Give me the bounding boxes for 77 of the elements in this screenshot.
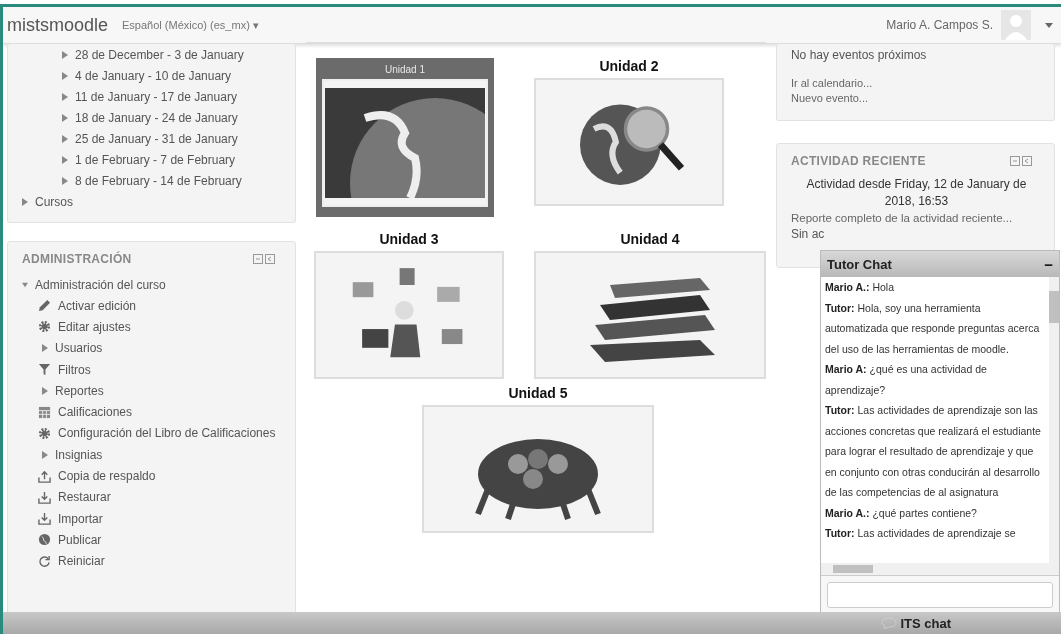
week-link[interactable]: 11 de January - 17 de January: [75, 89, 237, 104]
language-menu[interactable]: Español (México) (es_mx) ▾: [122, 18, 259, 32]
event-link[interactable]: Nuevo evento...: [790, 91, 1040, 106]
chat-bar-label[interactable]: ITS chat: [900, 615, 951, 631]
table-icon: [38, 405, 51, 419]
block-title: ACTIVIDAD RECIENTE: [790, 154, 926, 168]
unit-title[interactable]: Unidad 5: [508, 385, 568, 401]
collapsed-arrow-icon[interactable]: [62, 50, 68, 59]
collapsed-arrow-icon[interactable]: [62, 113, 68, 122]
admin-link[interactable]: Editar ajustes: [58, 319, 131, 334]
pencil-icon: [38, 299, 51, 313]
unit-title[interactable]: Unidad 4: [620, 231, 680, 247]
collapsed-arrow-icon[interactable]: [42, 450, 48, 459]
activity-since-text: Actividad desde Friday, 12 de January de 2018, 16:53: [805, 176, 1028, 210]
section-link[interactable]: Administración del curso: [35, 277, 166, 292]
user-name[interactable]: Mario A. Campos S.: [886, 18, 993, 32]
admin-link[interactable]: Copia de respaldo: [58, 469, 156, 483]
collapsed-arrow-icon[interactable]: [62, 155, 68, 164]
unit-title[interactable]: Unidad 2: [599, 58, 659, 74]
unit-card[interactable]: Unidad 1: [315, 58, 494, 217]
chat-bubble-icon: [881, 617, 898, 629]
block-controls-icon[interactable]: [252, 254, 275, 264]
week-link[interactable]: 4 de January - 10 de January: [75, 68, 232, 83]
week-link[interactable]: 25 de January - 31 de January: [75, 131, 238, 146]
minimize-button[interactable]: −: [1044, 255, 1053, 273]
chat-title: Tutor Chat: [827, 256, 892, 272]
chat-message: Tutor: Las actividades de aprendizaje se: [825, 526, 1017, 541]
block-title: ADMINISTRACIÓN: [22, 252, 132, 266]
download-icon: [38, 490, 51, 504]
courses-link[interactable]: Cursos: [35, 194, 73, 209]
unit-title[interactable]: Unidad 3: [379, 231, 439, 247]
admin-link[interactable]: Restaurar: [58, 490, 111, 505]
admin-link[interactable]: Importar: [58, 511, 103, 526]
admin-link[interactable]: Calificaciones: [58, 405, 133, 420]
collapsed-arrow-icon[interactable]: [22, 197, 28, 206]
no-activity-text: Sin ac: [790, 227, 826, 241]
week-link[interactable]: 18 de January - 24 de January: [75, 110, 238, 125]
vertical-scrollbar[interactable]: [1049, 277, 1059, 563]
settings-icon: [38, 320, 51, 334]
expanded-arrow-icon[interactable]: [22, 280, 28, 289]
horizontal-scrollbar[interactable]: [821, 563, 1059, 575]
admin-link[interactable]: Insignias: [55, 447, 103, 462]
admin-link[interactable]: Usuarios: [55, 341, 103, 356]
admin-link[interactable]: Filtros: [58, 362, 91, 377]
download-icon: [38, 512, 51, 526]
settings-icon: [38, 426, 51, 440]
activity-report-link[interactable]: Reporte completo de la actividad reciente...: [790, 212, 1042, 224]
event-link[interactable]: Ir al calendario...: [790, 76, 1040, 91]
week-link[interactable]: 28 de December - 3 de January: [75, 47, 244, 62]
filter-icon: [38, 363, 51, 377]
admin-link[interactable]: Reiniciar: [58, 554, 105, 569]
site-name[interactable]: mistsmoodle: [7, 14, 109, 36]
reload-icon: [38, 554, 51, 568]
chat-input-field[interactable]: [827, 582, 1053, 608]
chat-message: Tutor: Hola, soy una herramienta automatizada que responde preguntas acerca del uso de las herramientas de moodle.: [825, 300, 1041, 357]
chat-message: Mario A.: ¿qué partes contiene?: [825, 505, 978, 521]
upload-icon: [38, 469, 51, 483]
admin-link[interactable]: Configuración del Libro de Calificaciones: [58, 426, 276, 441]
collapsed-arrow-icon[interactable]: [62, 134, 68, 143]
admin-link[interactable]: Activar edición: [58, 298, 137, 313]
chat-message: Mario A: ¿qué es una actividad de aprendizaje?: [825, 362, 988, 398]
admin-link[interactable]: Reportes: [55, 383, 104, 398]
collapsed-arrow-icon[interactable]: [42, 344, 48, 353]
collapsed-arrow-icon[interactable]: [62, 176, 68, 185]
collapsed-arrow-icon[interactable]: [62, 71, 68, 80]
chat-message: Mario A.: Hola: [825, 280, 896, 295]
caret-icon[interactable]: [1045, 22, 1053, 28]
block-controls-icon[interactable]: [1010, 156, 1032, 166]
admin-link[interactable]: Publicar: [58, 532, 102, 547]
collapsed-arrow-icon[interactable]: [62, 92, 68, 101]
week-link[interactable]: 8 de February - 14 de February: [75, 173, 242, 188]
unit-title[interactable]: Unidad 1: [384, 64, 425, 75]
week-link[interactable]: 1 de February - 7 de February: [75, 152, 236, 167]
events-empty-text: No hay eventos próximos: [790, 48, 928, 62]
globe-icon: [38, 533, 51, 547]
chat-message: Tutor: Las actividades de aprendizaje son las acciones concretas que realizará el estudiante para lograr el resultado de aprendizaje y que en conjunto con otras conducirán al desarrollo de las competencias de al asignatura: [825, 403, 1042, 500]
collapsed-arrow-icon[interactable]: [42, 386, 48, 395]
